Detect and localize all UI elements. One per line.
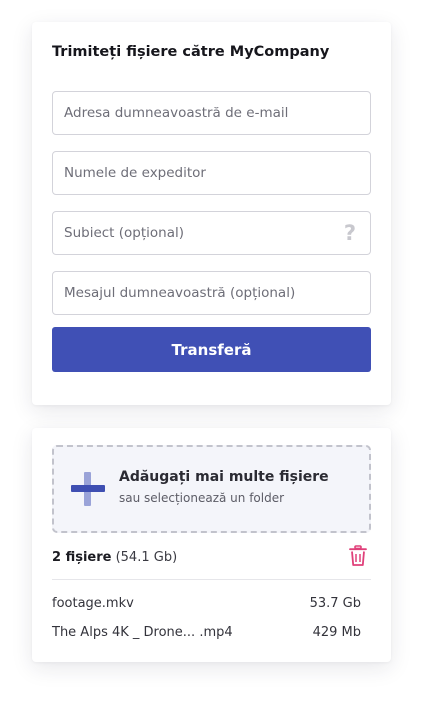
file-count: 2 fișiere xyxy=(52,550,112,565)
file-name: The Alps 4K _ Drone... .mp4 xyxy=(52,625,233,640)
transfer-button[interactable]: Transferă xyxy=(52,327,371,372)
files-summary: 2 fișiere (54.1 Gb) xyxy=(52,545,371,580)
file-name: footage.mkv xyxy=(52,596,134,611)
file-list: footage.mkv 53.7 Gb The Alps 4K _ Drone.… xyxy=(52,589,371,647)
dropzone-subtitle[interactable]: sau selecționează un folder xyxy=(119,491,284,505)
question-mark-icon[interactable]: ? xyxy=(341,221,359,245)
message-field[interactable] xyxy=(52,271,371,315)
form-title: Trimiteți fișiere către MyCompany xyxy=(52,44,330,60)
message-input[interactable] xyxy=(53,272,370,314)
file-size: 53.7 Gb xyxy=(309,596,361,611)
email-field[interactable] xyxy=(52,91,371,135)
sender-name-field[interactable] xyxy=(52,151,371,195)
files-card: Adăugați mai multe fișiere sau selecțion… xyxy=(32,428,391,662)
subject-field[interactable]: ? xyxy=(52,211,371,255)
sender-name-input[interactable] xyxy=(53,152,370,194)
plus-icon xyxy=(71,472,105,506)
subject-input[interactable] xyxy=(53,212,370,254)
add-files-dropzone[interactable]: Adăugați mai multe fișiere sau selecțion… xyxy=(52,445,371,533)
file-row: The Alps 4K _ Drone... .mp4 429 Mb xyxy=(52,618,371,647)
dropzone-title: Adăugați mai multe fișiere xyxy=(119,469,329,485)
upload-form-card: Trimiteți fișiere către MyCompany ? Tran… xyxy=(32,22,391,405)
trash-icon[interactable] xyxy=(349,545,367,567)
file-row: footage.mkv 53.7 Gb xyxy=(52,589,371,618)
email-input[interactable] xyxy=(53,92,370,134)
total-size: (54.1 Gb) xyxy=(115,550,178,565)
file-size: 429 Mb xyxy=(312,625,361,640)
